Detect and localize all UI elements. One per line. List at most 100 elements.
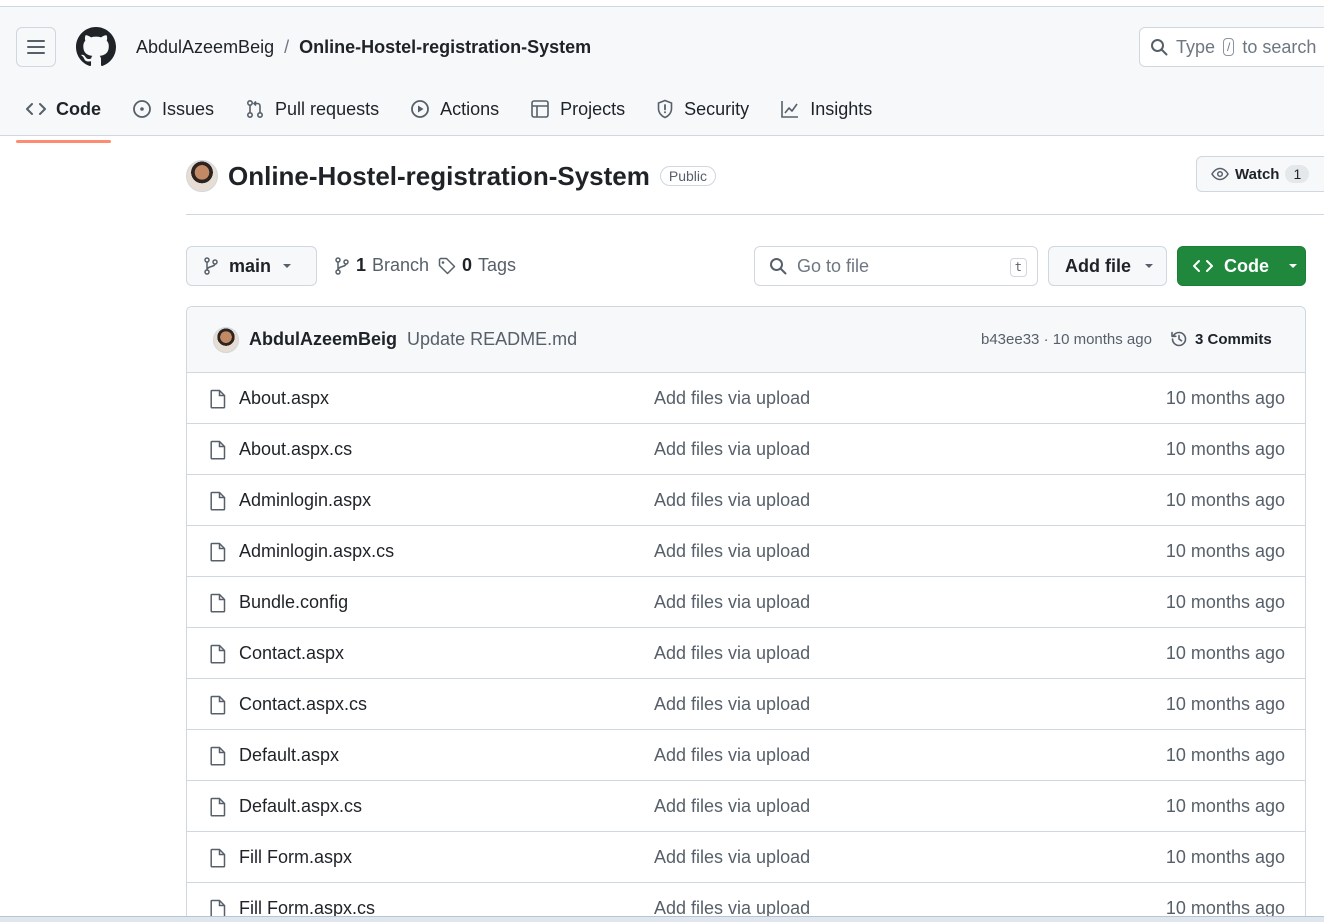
file-name-link[interactable]: Bundle.config [239,592,348,613]
search-icon [1151,39,1168,56]
commit-meta[interactable]: b43ee33 · 10 months ago [981,331,1152,348]
search-icon [770,258,787,275]
global-search-input[interactable]: Type / to search [1139,27,1324,67]
repo-title[interactable]: Online-Hostel-registration-System [228,161,650,192]
file-row[interactable]: Bundle.config Add files via upload 10 mo… [187,577,1305,628]
search-shortcut-key: / [1223,38,1235,56]
tab-insights-label: Insights [810,98,873,119]
window-bottom-edge [0,916,1324,922]
commit-author[interactable]: AbdulAzeemBeig [249,329,397,350]
tab-issues[interactable]: Issues [122,89,224,129]
tab-code-label: Code [56,98,101,119]
table-icon [531,100,549,118]
latest-commit-bar: AbdulAzeemBeig Update README.md b43ee33 … [187,307,1305,373]
breadcrumb-separator: / [284,37,290,57]
file-commit-message[interactable]: Add files via upload [654,490,810,511]
tab-projects-label: Projects [560,98,626,119]
file-icon [210,848,226,868]
repo-header: Online-Hostel-registration-System Public [186,160,716,192]
play-icon [411,100,429,118]
file-name-link[interactable]: About.aspx.cs [239,439,352,460]
tab-security[interactable]: Security [646,89,759,129]
file-commit-date: 10 months ago [1165,592,1285,612]
search-placeholder-suffix: to search [1242,36,1317,57]
eye-icon [1211,167,1229,181]
commits-link[interactable]: 3 Commits [1169,329,1272,349]
file-row[interactable]: Fill Form.aspx Add files via upload 10 m… [187,832,1305,883]
file-list: AbdulAzeemBeig Update README.md b43ee33 … [186,306,1306,922]
tags-link[interactable]: 0 Tags [438,255,516,276]
tag-count-label: Tags [478,255,517,275]
file-row[interactable]: About.aspx Add files via upload 10 month… [187,373,1305,424]
watch-count: 1 [1285,165,1310,183]
file-name-link[interactable]: Contact.aspx [239,643,344,664]
history-icon [1171,331,1187,347]
file-commit-message[interactable]: Add files via upload [654,796,810,817]
github-logo-icon[interactable] [76,27,116,67]
commit-author-avatar[interactable] [213,326,239,353]
tab-security-label: Security [684,98,750,119]
file-commit-message[interactable]: Add files via upload [654,541,810,562]
tab-actions-label: Actions [440,98,500,119]
hamburger-icon [27,40,45,54]
file-commit-message[interactable]: Add files via upload [654,388,810,409]
file-icon [210,593,226,613]
file-commit-date: 10 months ago [1165,796,1285,816]
file-name-link[interactable]: Fill Form.aspx [239,847,352,868]
file-row[interactable]: About.aspx.cs Add files via upload 10 mo… [187,424,1305,475]
add-file-button[interactable]: Add file [1048,246,1167,286]
branch-icon [204,257,218,275]
tab-pull-requests[interactable]: Pull requests [235,89,389,129]
tag-count: 0 [462,255,473,275]
branch-icon [335,256,349,275]
watch-label: Watch [1235,165,1280,183]
branches-link[interactable]: 1 Branch [334,255,429,276]
file-row[interactable]: Default.aspx.cs Add files via upload 10 … [187,781,1305,832]
branch-selector-button[interactable]: main [186,246,317,286]
file-icon [210,542,226,562]
commit-message[interactable]: Update README.md [407,329,577,350]
file-name-link[interactable]: Adminlogin.aspx.cs [239,541,394,562]
tab-actions[interactable]: Actions [400,89,509,129]
chevron-down-icon [283,264,292,268]
tab-projects[interactable]: Projects [520,89,635,129]
file-commit-message[interactable]: Add files via upload [654,439,810,460]
file-commit-date: 10 months ago [1165,388,1285,408]
owner-avatar[interactable] [186,160,218,192]
file-name-link[interactable]: Adminlogin.aspx [239,490,371,511]
file-name-link[interactable]: Default.aspx [239,745,339,766]
file-row[interactable]: Contact.aspx.cs Add files via upload 10 … [187,679,1305,730]
file-commit-message[interactable]: Add files via upload [654,592,810,613]
file-commit-message[interactable]: Add files via upload [654,694,810,715]
menu-button[interactable] [16,27,56,67]
file-name-link[interactable]: Default.aspx.cs [239,796,362,817]
file-icon [210,440,226,460]
code-button[interactable]: Code [1177,246,1306,286]
breadcrumb-owner-link[interactable]: AbdulAzeemBeig [136,37,274,58]
file-commit-message[interactable]: Add files via upload [654,847,810,868]
file-row[interactable]: Contact.aspx Add files via upload 10 mon… [187,628,1305,679]
file-name-link[interactable]: Contact.aspx.cs [239,694,367,715]
tab-code[interactable]: Code [16,89,111,143]
tab-pull-requests-label: Pull requests [275,98,380,119]
file-commit-date: 10 months ago [1165,745,1285,765]
file-commit-message[interactable]: Add files via upload [654,745,810,766]
file-commit-date: 10 months ago [1165,847,1285,867]
graph-icon [781,101,799,118]
file-row[interactable]: Adminlogin.aspx Add files via upload 10 … [187,475,1305,526]
file-name-link[interactable]: About.aspx [239,388,329,409]
go-to-file-input[interactable]: Go to file t [754,246,1038,286]
file-row[interactable]: Adminlogin.aspx.cs Add files via upload … [187,526,1305,577]
tab-insights[interactable]: Insights [770,89,882,129]
commits-count: 3 Commits [1195,330,1272,348]
tab-issues-label: Issues [162,98,215,119]
code-icon [26,103,46,115]
top-bar: AbdulAzeemBeig / Online-Hostel-registrat… [0,6,1324,143]
code-icon [1193,260,1213,272]
watch-button[interactable]: Watch 1 [1196,156,1324,192]
file-icon [210,746,226,766]
add-file-label: Add file [1065,255,1131,276]
breadcrumb-repo-link[interactable]: Online-Hostel-registration-System [299,37,591,58]
file-row[interactable]: Default.aspx Add files via upload 10 mon… [187,730,1305,781]
file-commit-message[interactable]: Add files via upload [654,643,810,664]
